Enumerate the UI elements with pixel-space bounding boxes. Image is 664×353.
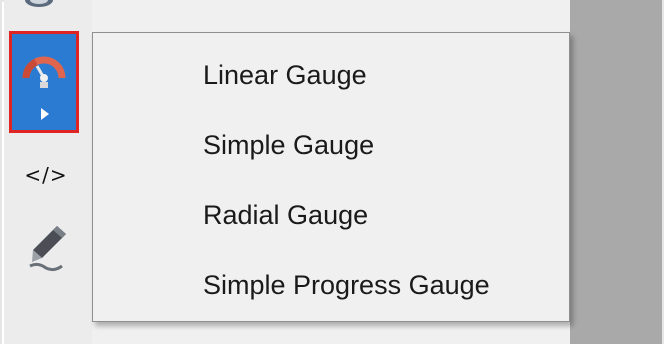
menu-item-simple-progress-gauge[interactable]: Simple Progress Gauge xyxy=(93,255,569,315)
gauge-dropdown-menu: Linear Gauge Simple Gauge Radial Gauge S… xyxy=(92,32,570,322)
submenu-arrow-icon xyxy=(41,108,49,120)
gauge-icon xyxy=(22,56,66,88)
code-button[interactable]: </> xyxy=(19,158,73,192)
gauge-button[interactable] xyxy=(9,31,79,133)
canvas-dark-region xyxy=(570,0,662,344)
menu-item-simple-gauge[interactable]: Simple Gauge xyxy=(93,115,569,175)
menu-item-linear-gauge[interactable]: Linear Gauge xyxy=(93,45,569,105)
menu-item-radial-gauge[interactable]: Radial Gauge xyxy=(93,185,569,245)
partial-icon[interactable] xyxy=(22,0,56,10)
bottom-strip xyxy=(0,344,664,353)
pen-icon[interactable] xyxy=(24,222,70,274)
